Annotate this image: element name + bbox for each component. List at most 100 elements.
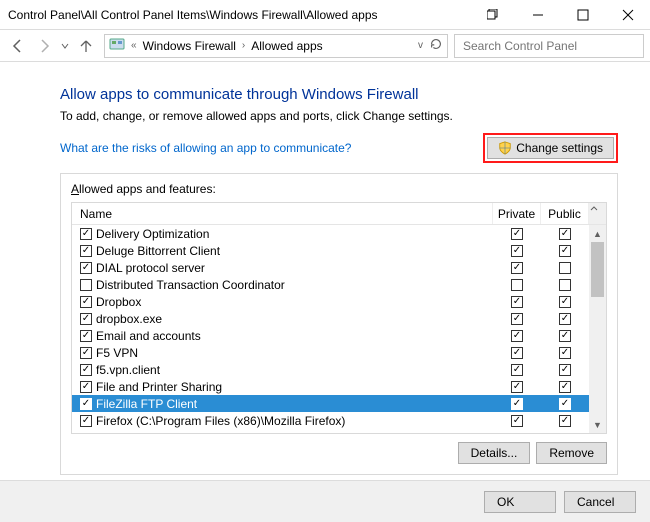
address-bar[interactable]: « Windows Firewall › Allowed apps v — [104, 34, 448, 58]
title-bar: Control Panel\All Control Panel Items\Wi… — [0, 0, 650, 30]
private-checkbox[interactable] — [511, 415, 523, 427]
private-checkbox[interactable] — [511, 228, 523, 240]
breadcrumb-firewall[interactable]: Windows Firewall — [143, 39, 236, 53]
app-name-label: FileZilla FTP Client — [96, 397, 197, 411]
maximize-button[interactable] — [560, 0, 605, 29]
private-checkbox[interactable] — [511, 262, 523, 274]
list-item[interactable]: File and Printer Sharing — [72, 378, 606, 395]
enable-checkbox[interactable] — [80, 347, 92, 359]
list-item[interactable]: f5.vpn.client — [72, 361, 606, 378]
enable-checkbox[interactable] — [80, 313, 92, 325]
list-body: Delivery Optimization Deluge Bittorrent C… — [72, 225, 606, 433]
change-settings-highlight: Change settings — [483, 133, 618, 163]
window-title: Control Panel\All Control Panel Items\Wi… — [8, 8, 470, 22]
breadcrumb-sep-icon: « — [131, 40, 137, 51]
shield-icon — [498, 141, 512, 155]
column-public[interactable]: Public — [541, 203, 589, 224]
public-checkbox[interactable] — [559, 313, 571, 325]
private-checkbox[interactable] — [511, 330, 523, 342]
enable-checkbox[interactable] — [80, 296, 92, 308]
private-checkbox[interactable] — [511, 364, 523, 376]
column-private[interactable]: Private — [493, 203, 541, 224]
public-checkbox[interactable] — [559, 262, 571, 274]
enable-checkbox[interactable] — [80, 415, 92, 427]
list-item[interactable]: Dropbox — [72, 293, 606, 310]
public-checkbox[interactable] — [559, 228, 571, 240]
risks-link[interactable]: What are the risks of allowing an app to… — [60, 141, 351, 155]
public-checkbox[interactable] — [559, 381, 571, 393]
refresh-icon[interactable] — [429, 37, 443, 54]
private-checkbox[interactable] — [511, 279, 523, 291]
app-name-label: Firefox (C:\Program Files (x86)\Mozilla … — [96, 414, 345, 428]
list-item[interactable]: Deluge Bittorrent Client — [72, 242, 606, 259]
app-name-label: Distributed Transaction Coordinator — [96, 278, 285, 292]
list-item[interactable]: FileZilla FTP Client — [72, 395, 606, 412]
enable-checkbox[interactable] — [80, 245, 92, 257]
forward-button[interactable] — [32, 34, 56, 58]
private-checkbox[interactable] — [511, 347, 523, 359]
private-checkbox[interactable] — [511, 245, 523, 257]
public-checkbox[interactable] — [559, 245, 571, 257]
private-checkbox[interactable] — [511, 398, 523, 410]
enable-checkbox[interactable] — [80, 262, 92, 274]
up-button[interactable] — [74, 34, 98, 58]
scroll-up-icon[interactable]: ▲ — [589, 225, 606, 242]
column-name[interactable]: Name — [72, 203, 493, 224]
private-checkbox[interactable] — [511, 313, 523, 325]
address-dropdown-icon[interactable]: v — [418, 40, 423, 51]
scroll-track[interactable] — [589, 242, 606, 416]
list-item[interactable]: Email and accounts — [72, 327, 606, 344]
enable-checkbox[interactable] — [80, 381, 92, 393]
vertical-scrollbar[interactable]: ▲ ▼ — [589, 225, 606, 433]
explorer-toolbar: « Windows Firewall › Allowed apps v — [0, 30, 650, 62]
app-name-label: Deluge Bittorrent Client — [96, 244, 220, 258]
search-input[interactable] — [461, 38, 637, 54]
details-button[interactable]: Details... — [458, 442, 531, 464]
public-checkbox[interactable] — [559, 415, 571, 427]
cancel-button[interactable]: Cancel — [564, 491, 636, 513]
list-item[interactable]: Delivery Optimization — [72, 225, 606, 242]
list-item[interactable]: dropbox.exe — [72, 310, 606, 327]
private-checkbox[interactable] — [511, 296, 523, 308]
app-list: Name Private Public Delivery Optimizatio… — [71, 202, 607, 434]
public-checkbox[interactable] — [559, 347, 571, 359]
public-checkbox[interactable] — [559, 364, 571, 376]
public-checkbox[interactable] — [559, 330, 571, 342]
change-settings-button[interactable]: Change settings — [487, 137, 614, 159]
enable-checkbox[interactable] — [80, 364, 92, 376]
public-checkbox[interactable] — [559, 296, 571, 308]
list-item[interactable]: Firefox (C:\Program Files (x86)\Mozilla … — [72, 412, 606, 429]
public-checkbox[interactable] — [559, 279, 571, 291]
enable-checkbox[interactable] — [80, 279, 92, 291]
page-subtitle: To add, change, or remove allowed apps a… — [60, 109, 618, 123]
app-name-label: Dropbox — [96, 295, 141, 309]
list-item[interactable]: Distributed Transaction Coordinator — [72, 276, 606, 293]
list-item[interactable]: F5 VPN — [72, 344, 606, 361]
ok-button[interactable]: OK — [484, 491, 556, 513]
remove-button[interactable]: Remove — [536, 442, 607, 464]
group-legend: Allowed apps and features: — [71, 182, 607, 200]
scroll-thumb[interactable] — [591, 242, 604, 297]
breadcrumb-allowed-apps[interactable]: Allowed apps — [251, 39, 322, 53]
control-panel-icon — [109, 36, 125, 55]
app-name-label: DIAL protocol server — [96, 261, 205, 275]
app-name-label: File and Printer Sharing — [96, 380, 222, 394]
close-button[interactable] — [605, 0, 650, 29]
allowed-apps-group: Allowed apps and features: Name Private … — [60, 173, 618, 475]
public-checkbox[interactable] — [559, 398, 571, 410]
enable-checkbox[interactable] — [80, 330, 92, 342]
scroll-down-icon[interactable]: ▼ — [589, 416, 606, 433]
restore-down-icon[interactable] — [470, 0, 515, 29]
app-name-label: Delivery Optimization — [96, 227, 209, 241]
recent-dropdown-icon[interactable] — [58, 34, 72, 58]
chevron-right-icon: › — [242, 40, 245, 51]
search-box[interactable] — [454, 34, 644, 58]
app-name-label: f5.vpn.client — [96, 363, 160, 377]
app-name-label: F5 VPN — [96, 346, 138, 360]
enable-checkbox[interactable] — [80, 228, 92, 240]
back-button[interactable] — [6, 34, 30, 58]
enable-checkbox[interactable] — [80, 398, 92, 410]
list-item[interactable]: DIAL protocol server — [72, 259, 606, 276]
private-checkbox[interactable] — [511, 381, 523, 393]
minimize-button[interactable] — [515, 0, 560, 29]
